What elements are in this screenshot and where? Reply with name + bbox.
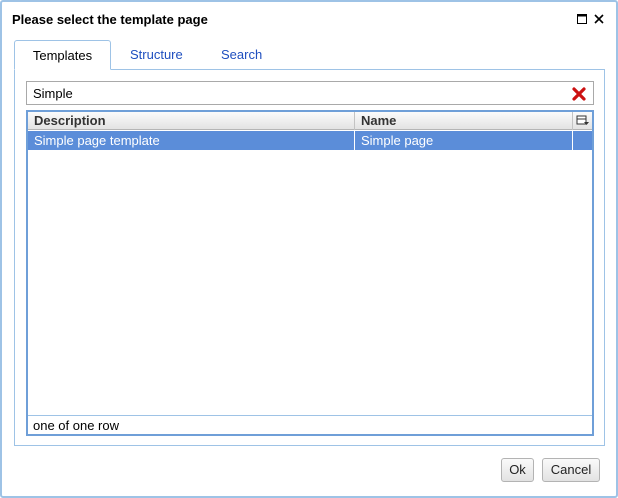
table-row[interactable]: Simple page template Simple page [28, 131, 592, 150]
templates-grid: Description Name Simple page template Si… [26, 110, 594, 436]
template-selection-dialog: Please select the template page Template… [0, 0, 618, 498]
grid-header: Description Name [28, 112, 592, 130]
maximize-icon[interactable] [577, 14, 587, 24]
cell-description: Simple page template [28, 131, 355, 150]
clear-filter-icon[interactable] [572, 87, 586, 101]
column-header-name[interactable]: Name [355, 112, 573, 130]
column-menu-icon[interactable] [573, 112, 592, 130]
tab-structure[interactable]: Structure [112, 40, 201, 70]
tab-templates[interactable]: Templates [14, 40, 111, 70]
cell-name: Simple page [355, 131, 573, 150]
tab-search[interactable]: Search [203, 40, 280, 70]
column-header-description[interactable]: Description [28, 112, 355, 130]
row-count-status: one of one row [28, 415, 592, 434]
cancel-button[interactable]: Cancel [542, 458, 600, 482]
dialog-titlebar[interactable]: Please select the template page [2, 2, 616, 36]
filter-input[interactable] [27, 82, 562, 104]
dialog-title: Please select the template page [12, 12, 208, 27]
templates-panel: Description Name Simple page template Si… [14, 69, 605, 446]
filter-box [26, 81, 594, 105]
close-icon[interactable] [594, 14, 604, 24]
ok-button[interactable]: Ok [501, 458, 534, 482]
